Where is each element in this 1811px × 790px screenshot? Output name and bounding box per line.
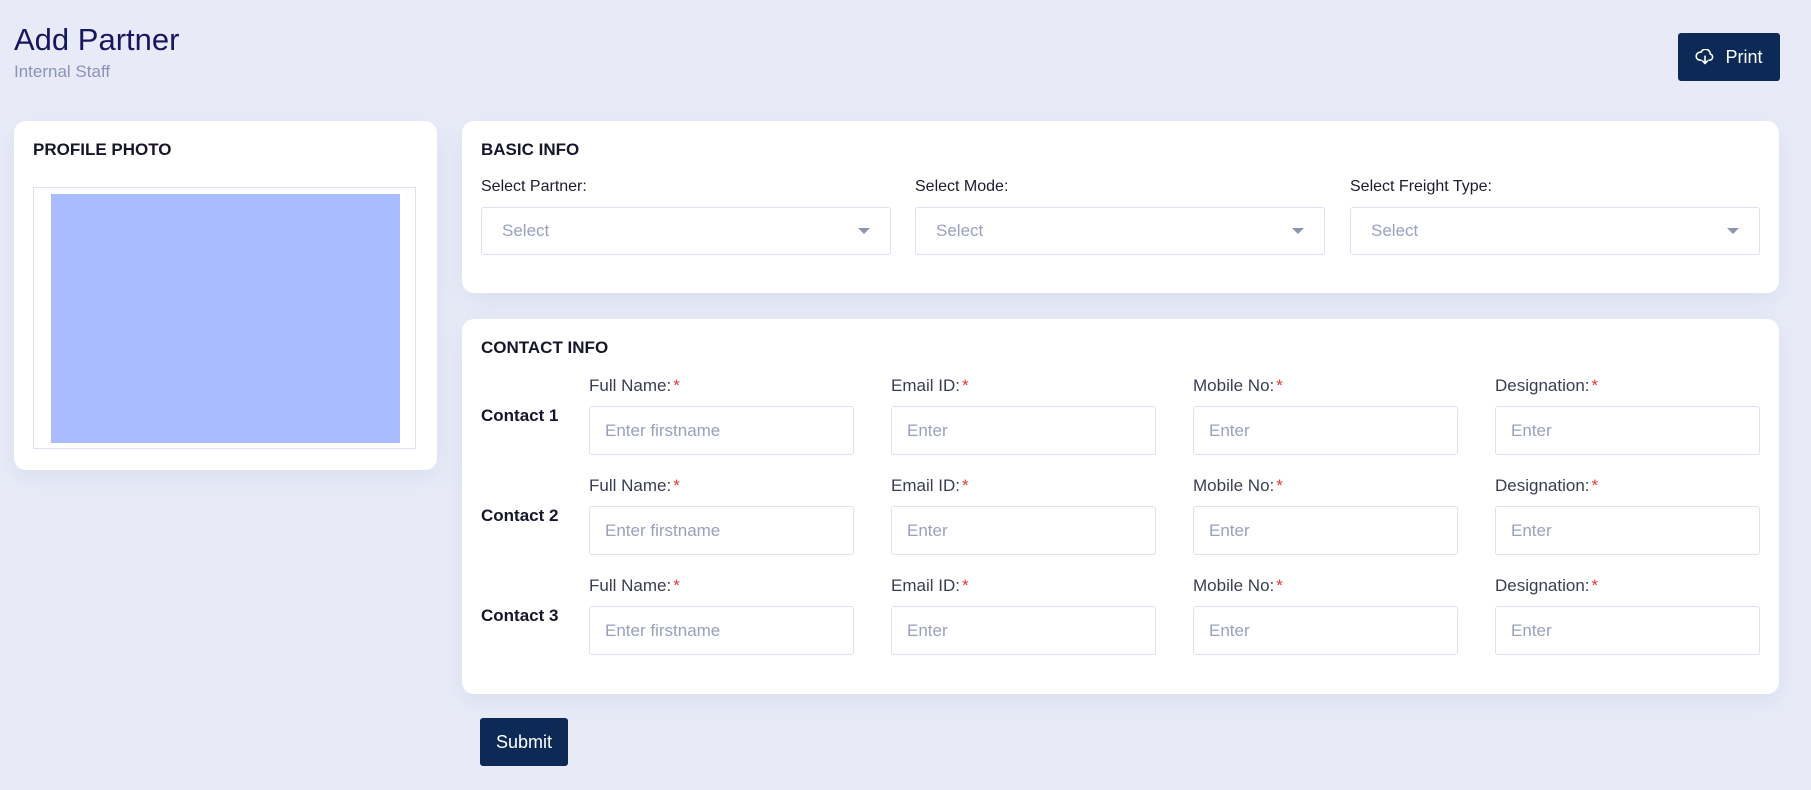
photo-placeholder	[51, 194, 400, 443]
contact-label: Contact 3	[481, 606, 559, 625]
page-subtitle: Internal Staff	[14, 62, 111, 81]
cloud-download-icon	[1695, 49, 1715, 65]
email-label: Email ID: *	[891, 376, 969, 395]
email-label: Email ID: *	[891, 476, 969, 495]
mobile-label: Mobile No: *	[1193, 576, 1283, 595]
contact-row-3: Contact 3 Full Name:* Email ID:* Mobile …	[462, 576, 1779, 662]
select-mode-value: Select	[936, 221, 984, 240]
email-input[interactable]	[891, 606, 1156, 655]
full-name-field: Full Name: *	[589, 476, 854, 555]
submit-button[interactable]: Submit	[480, 718, 568, 766]
contact-label: Contact 1	[481, 406, 559, 425]
designation-field: Designation: *	[1495, 576, 1760, 655]
mobile-field: Mobile No: *	[1193, 476, 1458, 555]
mobile-label: Mobile No: *	[1193, 376, 1283, 395]
full-name-label: Full Name: *	[589, 576, 680, 595]
full-name-label: Full Name: *	[589, 376, 680, 395]
required-marker: *	[1276, 376, 1283, 395]
caret-down-icon	[858, 228, 870, 234]
select-partner-label: Select Partner:	[481, 178, 587, 195]
page-header: Add Partner Internal Staff	[14, 22, 179, 82]
mobile-input[interactable]	[1193, 606, 1458, 655]
required-marker: *	[1591, 576, 1599, 595]
contact-info-title: CONTACT INFO	[481, 338, 609, 357]
email-field: Email ID: *	[891, 576, 1156, 655]
contact-label: Contact 2	[481, 506, 559, 525]
mobile-input[interactable]	[1193, 506, 1458, 555]
select-mode-dropdown[interactable]: Select	[915, 207, 1325, 255]
select-mode-group: Select Mode: Select	[915, 178, 1325, 255]
select-partner-dropdown[interactable]: Select	[481, 207, 891, 255]
page-title: Add Partner	[14, 22, 180, 57]
required-marker: *	[1276, 476, 1283, 495]
select-partner-group: Select Partner: Select	[481, 178, 891, 255]
profile-photo-title: PROFILE PHOTO	[33, 140, 172, 159]
email-field: Email ID: *	[891, 376, 1156, 455]
caret-down-icon	[1727, 228, 1739, 234]
email-label: Email ID: *	[891, 576, 969, 595]
photo-frame[interactable]	[33, 187, 416, 449]
designation-field: Designation: *	[1495, 476, 1760, 555]
contact-row-1: Contact 1 Full Name:* Email ID:* Mobile …	[462, 376, 1779, 462]
designation-label: Designation: *	[1495, 576, 1599, 595]
full-name-input[interactable]	[589, 506, 854, 555]
contact-info-card: CONTACT INFO Contact 1 Full Name:* Email…	[462, 319, 1779, 694]
basic-info-card: BASIC INFO Select Partner: Select Select…	[462, 121, 1779, 293]
required-marker: *	[961, 376, 969, 395]
select-freight-type-value: Select	[1371, 221, 1419, 240]
print-button-label: Print	[1725, 46, 1763, 67]
required-marker: *	[673, 576, 680, 595]
full-name-field: Full Name: *	[589, 376, 854, 455]
print-button[interactable]: Print	[1678, 33, 1780, 81]
required-marker: *	[1591, 476, 1599, 495]
caret-down-icon	[1292, 228, 1304, 234]
mobile-field: Mobile No: *	[1193, 376, 1458, 455]
required-marker: *	[961, 476, 969, 495]
mobile-input[interactable]	[1193, 406, 1458, 455]
mobile-field: Mobile No: *	[1193, 576, 1458, 655]
email-input[interactable]	[891, 406, 1156, 455]
select-freight-type-label: Select Freight Type:	[1350, 178, 1492, 195]
contact-row-2: Contact 2 Full Name:* Email ID:* Mobile …	[462, 476, 1779, 562]
full-name-field: Full Name: *	[589, 576, 854, 655]
mobile-label: Mobile No: *	[1193, 476, 1283, 495]
required-marker: *	[673, 476, 680, 495]
required-marker: *	[961, 576, 969, 595]
email-input[interactable]	[891, 506, 1156, 555]
required-marker: *	[673, 376, 680, 395]
full-name-input[interactable]	[589, 406, 854, 455]
designation-input[interactable]	[1495, 506, 1760, 555]
full-name-input[interactable]	[589, 606, 854, 655]
email-field: Email ID: *	[891, 476, 1156, 555]
designation-field: Designation: *	[1495, 376, 1760, 455]
basic-info-title: BASIC INFO	[481, 140, 580, 159]
select-partner-value: Select	[502, 221, 550, 240]
required-marker: *	[1591, 376, 1599, 395]
designation-input[interactable]	[1495, 406, 1760, 455]
designation-label: Designation: *	[1495, 376, 1599, 395]
required-marker: *	[1276, 576, 1283, 595]
select-freight-type-group: Select Freight Type: Select	[1350, 178, 1760, 255]
select-mode-label: Select Mode:	[915, 178, 1009, 195]
designation-input[interactable]	[1495, 606, 1760, 655]
designation-label: Designation: *	[1495, 476, 1599, 495]
profile-photo-card: PROFILE PHOTO	[14, 121, 437, 470]
select-freight-type-dropdown[interactable]: Select	[1350, 207, 1760, 255]
full-name-label: Full Name: *	[589, 476, 680, 495]
